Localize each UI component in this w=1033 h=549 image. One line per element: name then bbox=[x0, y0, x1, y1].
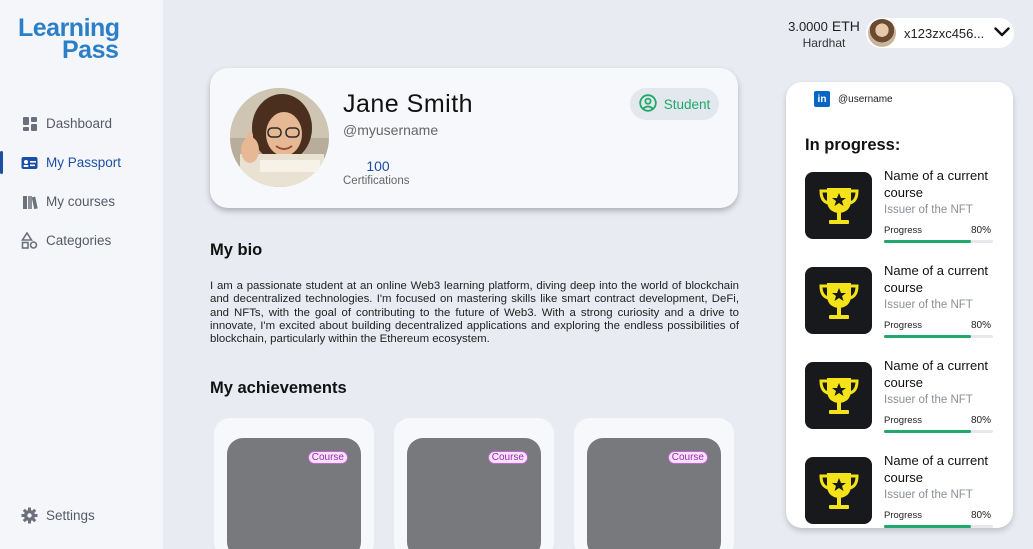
wallet-balance: 3.0000 ETH Hardhat bbox=[786, 18, 862, 50]
course-name: Name of a current course bbox=[884, 168, 989, 200]
progress-label: Progress bbox=[884, 225, 923, 236]
achievement-thumbnail: Course bbox=[587, 438, 721, 549]
progress-label: Progress bbox=[884, 320, 923, 331]
sidebar-item-label: Categories bbox=[46, 233, 112, 248]
course-item[interactable]: Name of a current course Issuer of the N… bbox=[805, 263, 995, 347]
certifications-count: 100 bbox=[366, 158, 390, 174]
course-badge: Course bbox=[487, 451, 528, 464]
course-name: Name of a current course bbox=[884, 263, 989, 295]
achievement-card[interactable]: Course bbox=[574, 418, 734, 549]
user-circle-icon bbox=[639, 93, 657, 115]
progress-bar bbox=[884, 525, 993, 528]
course-item[interactable]: Name of a current course Issuer of the N… bbox=[805, 168, 995, 252]
progress-bar bbox=[884, 430, 993, 433]
course-issuer: Issuer of the NFT bbox=[884, 204, 973, 216]
achievement-thumbnail: Course bbox=[227, 438, 361, 549]
progress-bar-fill bbox=[884, 240, 972, 243]
shapes-icon bbox=[21, 232, 38, 249]
role-badge: Student bbox=[630, 88, 719, 120]
progress-value: 80% bbox=[971, 415, 992, 426]
sidebar-item-my-passport[interactable]: My Passport bbox=[0, 143, 163, 182]
progress-value: 80% bbox=[971, 510, 992, 521]
course-issuer: Issuer of the NFT bbox=[884, 489, 973, 501]
bio-title: My bio bbox=[210, 241, 263, 259]
progress-value: 80% bbox=[971, 225, 992, 236]
balance-currency: ETH bbox=[831, 18, 860, 34]
role-label: Student bbox=[663, 96, 711, 112]
sidebar-item-my-courses[interactable]: My courses bbox=[0, 182, 163, 221]
dashboard-icon bbox=[21, 115, 38, 132]
progress-value: 80% bbox=[971, 320, 992, 331]
course-issuer: Issuer of the NFT bbox=[884, 394, 973, 406]
account-menu-button[interactable]: x123zxc456... bbox=[866, 18, 1014, 48]
profile-name: Jane Smith bbox=[343, 90, 474, 118]
trophy-icon bbox=[805, 362, 872, 429]
trophy-icon bbox=[805, 457, 872, 524]
course-item[interactable]: Name of a current course Issuer of the N… bbox=[805, 358, 995, 442]
sidebar-item-label: My Passport bbox=[46, 155, 122, 170]
profile-handle: @myusername bbox=[343, 122, 439, 138]
achievements-title: My achievements bbox=[210, 379, 347, 397]
profile-photo bbox=[230, 88, 329, 187]
bio-text: I am a passionate student at an online W… bbox=[210, 280, 739, 346]
course-issuer: Issuer of the NFT bbox=[884, 299, 973, 311]
sidebar-item-label: My courses bbox=[46, 194, 116, 209]
progress-bar-fill bbox=[884, 335, 972, 338]
wallet-address: x123zxc456... bbox=[904, 25, 985, 41]
settings-label: Settings bbox=[46, 508, 95, 523]
course-name: Name of a current course bbox=[884, 453, 989, 485]
trophy-icon bbox=[805, 172, 872, 239]
in-progress-title: In progress: bbox=[805, 136, 901, 154]
learningpass-logo[interactable]: Learning Pass bbox=[18, 14, 128, 64]
balance-amount: 3.0000 bbox=[788, 19, 828, 34]
course-name: Name of a current course bbox=[884, 358, 989, 390]
chevron-down-icon bbox=[994, 24, 1010, 42]
progress-label: Progress bbox=[884, 510, 923, 521]
gear-icon bbox=[21, 507, 38, 524]
linkedin-username[interactable]: @username bbox=[838, 94, 893, 105]
certifications-label: Certifications bbox=[343, 175, 410, 187]
progress-bar-fill bbox=[884, 525, 972, 528]
id-card-icon bbox=[21, 154, 38, 171]
sidebar-item-categories[interactable]: Categories bbox=[0, 221, 163, 260]
progress-label: Progress bbox=[884, 415, 923, 426]
sidebar-item-settings[interactable]: Settings bbox=[21, 507, 95, 524]
profile-card: Jane Smith @myusername 100 Certification… bbox=[210, 68, 738, 208]
in-progress-panel: in @username In progress: Name of a curr… bbox=[786, 82, 1013, 528]
logo-text-line2: Pass bbox=[62, 36, 119, 64]
course-item[interactable]: Name of a current course Issuer of the N… bbox=[805, 453, 995, 528]
course-badge: Course bbox=[667, 451, 708, 464]
progress-bar bbox=[884, 335, 993, 338]
sidebar-item-dashboard[interactable]: Dashboard bbox=[0, 104, 163, 143]
progress-bar bbox=[884, 240, 993, 243]
progress-bar-fill bbox=[884, 430, 972, 433]
trophy-icon bbox=[805, 267, 872, 334]
linkedin-icon[interactable]: in bbox=[814, 91, 830, 107]
course-badge: Course bbox=[307, 451, 348, 464]
sidebar: Learning Pass Dashboard My Passport My c… bbox=[0, 0, 163, 549]
achievement-card[interactable]: Course bbox=[214, 418, 374, 549]
avatar bbox=[868, 19, 896, 47]
sidebar-nav: Dashboard My Passport My courses Categor… bbox=[0, 104, 163, 260]
books-icon bbox=[21, 193, 38, 210]
achievement-card[interactable]: Course bbox=[394, 418, 554, 549]
sidebar-item-label: Dashboard bbox=[46, 116, 113, 131]
network-name: Hardhat bbox=[802, 36, 846, 50]
achievement-thumbnail: Course bbox=[407, 438, 541, 549]
